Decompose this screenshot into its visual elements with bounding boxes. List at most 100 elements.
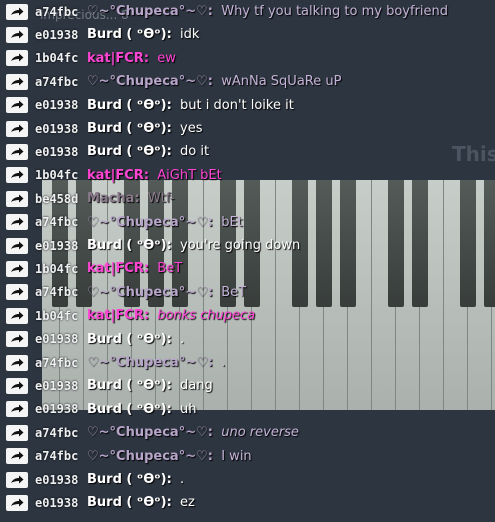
- message-body: ♡~°Chupeca°~♡: wAnNa SqUaRe uP: [87, 74, 341, 89]
- user-nickname[interactable]: kat|FCR: [87, 261, 144, 276]
- user-id[interactable]: 1b04fc: [35, 262, 78, 276]
- user-id[interactable]: a74fbc: [35, 449, 78, 463]
- message-text: uno reverse: [221, 425, 299, 441]
- user-nickname[interactable]: Burd ( ᵒƟᵒ): [87, 472, 167, 487]
- user-nickname[interactable]: ♡~°Chupeca°~♡: [87, 74, 208, 89]
- nickname-separator: :: [207, 74, 213, 90]
- chat-message-row: e01938 Burd ( ᵒƟᵒ): idk: [0, 23, 495, 46]
- message-body: ♡~°Chupeca°~♡: BeT: [87, 285, 246, 300]
- message-text: uh: [180, 401, 197, 417]
- user-id[interactable]: e01938: [35, 145, 78, 159]
- user-id[interactable]: a74fbc: [35, 426, 78, 440]
- chat-message-row: e01938 Burd ( ᵒƟᵒ): .: [0, 328, 495, 351]
- user-nickname[interactable]: Burd ( ᵒƟᵒ): [87, 378, 167, 393]
- chat-message-row: a74fbc ♡~°Chupeca°~♡: .: [0, 351, 495, 374]
- chat-message-row: a74fbc ♡~°Chupeca°~♡: bEt: [0, 211, 495, 234]
- user-id[interactable]: be458d: [35, 192, 78, 206]
- user-nickname[interactable]: ♡~°Chupeca°~♡: [87, 4, 208, 19]
- user-id[interactable]: a74fbc: [35, 75, 78, 89]
- reply-arrow-icon[interactable]: [6, 214, 28, 231]
- nickname-separator: :: [166, 331, 172, 347]
- user-nickname[interactable]: ♡~°Chupeca°~♡: [87, 449, 208, 464]
- user-nickname[interactable]: ♡~°Chupeca°~♡: [87, 285, 208, 300]
- user-id[interactable]: 1b04fc: [35, 309, 78, 323]
- user-nickname[interactable]: kat|FCR: [87, 168, 144, 183]
- reply-arrow-icon[interactable]: [6, 354, 28, 371]
- user-nickname[interactable]: Burd ( ᵒƟᵒ): [87, 27, 167, 42]
- user-nickname[interactable]: Burd ( ᵒƟᵒ): [87, 121, 167, 136]
- user-nickname[interactable]: ♡~°Chupeca°~♡: [87, 355, 208, 370]
- message-body: kat|FCR: bonks chupeca: [87, 308, 255, 323]
- user-nickname[interactable]: Burd ( ᵒƟᵒ): [87, 332, 167, 347]
- user-id[interactable]: e01938: [35, 332, 78, 346]
- user-nickname[interactable]: Burd ( ᵒƟᵒ): [87, 402, 167, 417]
- user-id[interactable]: e01938: [35, 98, 78, 112]
- user-id[interactable]: a74fbc: [35, 215, 78, 229]
- chat-message-row: a74fbc ♡~°Chupeca°~♡: Why tf you talking …: [0, 0, 495, 23]
- message-text: but i don't loike it: [180, 97, 294, 113]
- reply-arrow-icon[interactable]: [6, 237, 28, 254]
- reply-arrow-icon[interactable]: [6, 26, 28, 43]
- reply-arrow-icon[interactable]: [6, 97, 28, 114]
- user-nickname[interactable]: Burd ( ᵒƟᵒ): [87, 144, 167, 159]
- user-id[interactable]: e01938: [35, 402, 78, 416]
- user-id[interactable]: 1b04fc: [35, 168, 78, 182]
- reply-arrow-icon[interactable]: [6, 167, 28, 184]
- nickname-separator: :: [166, 378, 172, 394]
- user-nickname[interactable]: kat|FCR: [87, 51, 144, 66]
- user-id[interactable]: a74fbc: [35, 5, 78, 19]
- reply-arrow-icon[interactable]: [6, 3, 28, 20]
- reply-arrow-icon[interactable]: [6, 424, 28, 441]
- reply-arrow-icon[interactable]: [6, 331, 28, 348]
- message-body: ♡~°Chupeca°~♡: uno reverse: [87, 425, 299, 440]
- message-text: ez: [180, 495, 195, 511]
- user-nickname[interactable]: ♡~°Chupeca°~♡: [87, 215, 208, 230]
- message-body: kat|FCR: AiGhT bEt: [87, 168, 222, 183]
- user-nickname[interactable]: ♡~°Chupeca°~♡: [87, 425, 208, 440]
- reply-arrow-icon[interactable]: [6, 494, 28, 511]
- reply-arrow-icon[interactable]: [6, 260, 28, 277]
- user-nickname[interactable]: Burd ( ᵒƟᵒ): [87, 238, 167, 253]
- message-text: you're going down: [180, 238, 301, 253]
- user-nickname[interactable]: Burd ( ᵒƟᵒ): [87, 98, 167, 113]
- chat-message-row: a74fbc ♡~°Chupeca°~♡: I win: [0, 445, 495, 468]
- user-id[interactable]: e01938: [35, 379, 78, 393]
- message-body: Burd ( ᵒƟᵒ): idk: [87, 27, 199, 42]
- user-id[interactable]: e01938: [35, 473, 78, 487]
- reply-arrow-icon[interactable]: [6, 143, 28, 160]
- reply-arrow-icon[interactable]: [6, 307, 28, 324]
- reply-arrow-icon[interactable]: [6, 284, 28, 301]
- message-text: idk: [180, 27, 200, 43]
- user-nickname[interactable]: kat|FCR: [87, 308, 144, 323]
- chat-message-row: e01938 Burd ( ᵒƟᵒ): you're going down: [0, 234, 495, 257]
- user-id[interactable]: e01938: [35, 122, 78, 136]
- message-body: Burd ( ᵒƟᵒ): .: [87, 332, 184, 347]
- reply-arrow-icon[interactable]: [6, 73, 28, 90]
- message-text: .: [221, 355, 226, 370]
- message-body: Burd ( ᵒƟᵒ): ez: [87, 495, 195, 510]
- message-text: BeT: [157, 261, 183, 277]
- reply-arrow-icon[interactable]: [6, 50, 28, 67]
- reply-arrow-icon[interactable]: [6, 377, 28, 394]
- chat-message-row: 1b04fc kat|FCR: BeT: [0, 257, 495, 280]
- user-id[interactable]: 1b04fc: [35, 51, 78, 65]
- user-id[interactable]: e01938: [35, 239, 78, 253]
- reply-arrow-icon[interactable]: [6, 471, 28, 488]
- reply-arrow-icon[interactable]: [6, 190, 28, 207]
- reply-arrow-icon[interactable]: [6, 401, 28, 418]
- nickname-separator: :: [143, 167, 150, 183]
- user-id[interactable]: e01938: [35, 28, 78, 42]
- user-id[interactable]: a74fbc: [35, 356, 78, 370]
- user-id[interactable]: a74fbc: [35, 285, 78, 299]
- reply-arrow-icon[interactable]: [6, 120, 28, 137]
- message-body: Burd ( ᵒƟᵒ): but i don't loike it: [87, 98, 294, 113]
- message-body: Burd ( ᵒƟᵒ): yes: [87, 121, 203, 136]
- message-text: bEt: [221, 214, 243, 230]
- user-id[interactable]: e01938: [35, 496, 78, 510]
- nickname-separator: :: [207, 448, 213, 464]
- nickname-separator: :: [166, 144, 172, 160]
- user-nickname[interactable]: Macha: [87, 191, 134, 206]
- chat-message-row: e01938 Burd ( ᵒƟᵒ): do it: [0, 140, 495, 163]
- user-nickname[interactable]: Burd ( ᵒƟᵒ): [87, 495, 167, 510]
- reply-arrow-icon[interactable]: [6, 448, 28, 465]
